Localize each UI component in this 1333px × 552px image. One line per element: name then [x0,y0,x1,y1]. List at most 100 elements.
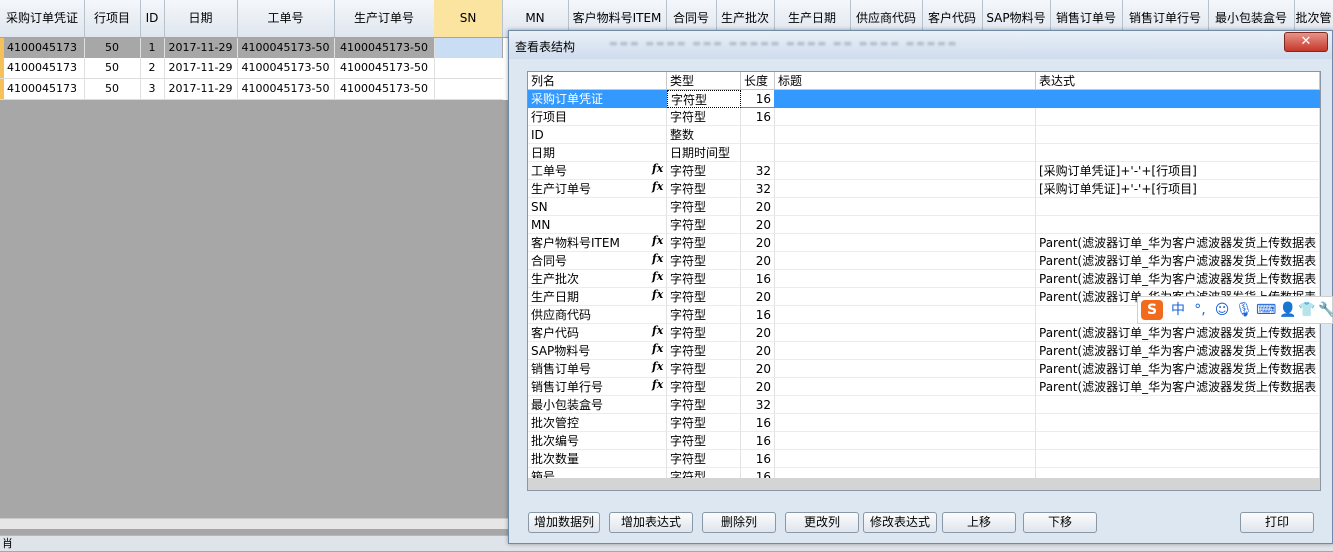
table-row[interactable]: 4100045173 50 3 2017-11-29 4100045173-50… [0,79,503,100]
structure-cell-expression[interactable] [1036,144,1320,162]
structure-cell-type[interactable]: 字符型 [667,162,741,180]
structure-cell-length[interactable]: 32 [741,180,775,198]
structure-cell-type[interactable]: 字符型 [667,108,741,126]
structure-cell-name[interactable]: 销售订单号 [528,360,667,378]
structure-cell-caption[interactable] [775,234,1036,252]
structure-cell-caption[interactable] [775,144,1036,162]
horizontal-scrollbar[interactable] [0,518,508,529]
structure-cell-length[interactable]: 20 [741,378,775,396]
structure-cell-expression[interactable]: Parent(滤波器订单_华为客户滤波器发货上传数据表 [1036,378,1320,396]
structure-row[interactable]: 批次管控 字符型 16 [528,414,1320,432]
structure-cell-name[interactable]: 生产批次 [528,270,667,288]
move-up-button[interactable]: 上移 [942,512,1016,533]
structure-cell-caption[interactable] [775,306,1036,324]
structure-cell-type[interactable]: 字符型 [667,450,741,468]
structure-cell-type[interactable]: 字符型 [667,270,741,288]
move-down-button[interactable]: 下移 [1023,512,1097,533]
table-cell[interactable]: 2017-11-29 [164,79,238,99]
structure-row[interactable]: ID 整数 [528,126,1320,144]
structure-row[interactable]: 日期 日期时间型 [528,144,1320,162]
structure-cell-name[interactable]: 采购订单凭证 [528,90,667,108]
structure-row[interactable]: SAP物料号 fx 字符型 20 Parent(滤波器订单_华为客户滤波器发货上传数据表 [528,342,1320,360]
structure-cell-caption[interactable] [775,270,1036,288]
structure-cell-type[interactable]: 字符型 [667,324,741,342]
structure-cell-expression[interactable] [1036,396,1320,414]
structure-cell-name[interactable]: 批次数量 [528,450,667,468]
structure-cell-length[interactable]: 20 [741,324,775,342]
structure-cell-type[interactable]: 字符型 [667,288,741,306]
table-cell[interactable]: 4100045173-50 [237,38,335,58]
structure-cell-name[interactable]: 批次编号 [528,432,667,450]
table-cell[interactable]: 2 [140,58,165,78]
column-header-type[interactable]: 类型 [667,72,741,90]
structure-cell-name[interactable]: MN [528,216,667,234]
structure-cell-caption[interactable] [775,288,1036,306]
structure-cell-caption[interactable] [775,216,1036,234]
table-row[interactable]: 4100045173 50 1 2017-11-29 4100045173-50… [0,38,503,59]
structure-cell-name[interactable]: SAP物料号 [528,342,667,360]
structure-cell-length[interactable]: 16 [741,270,775,288]
column-header[interactable]: 行项目 [84,0,141,37]
structure-cell-name[interactable]: 生产日期 [528,288,667,306]
structure-row[interactable]: 合同号 fx 字符型 20 Parent(滤波器订单_华为客户滤波器发货上传数据表 [528,252,1320,270]
mic-icon[interactable]: 🎙 [1234,300,1254,320]
column-header[interactable]: ID [140,0,165,37]
structure-row[interactable]: SN 字符型 20 [528,198,1320,216]
structure-cell-name[interactable]: ID [528,126,667,144]
structure-cell-length[interactable]: 20 [741,342,775,360]
punctuation-toggle[interactable]: °, [1190,300,1210,320]
structure-cell-name[interactable]: 生产订单号 [528,180,667,198]
column-header[interactable]: 采购订单凭证 [0,0,85,37]
structure-cell-caption[interactable] [775,90,1036,108]
table-cell[interactable]: 4100045173-50 [334,79,435,99]
structure-cell-caption[interactable] [775,450,1036,468]
structure-row[interactable]: MN 字符型 20 [528,216,1320,234]
structure-cell-type[interactable]: 字符型 [667,342,741,360]
structure-row[interactable]: 生产批次 fx 字符型 16 Parent(滤波器订单_华为客户滤波器发货上传数据表 [528,270,1320,288]
table-cell[interactable]: 1 [140,38,165,58]
user-icon[interactable]: 👤 [1278,300,1298,320]
structure-cell-length[interactable]: 20 [741,288,775,306]
structure-cell-caption[interactable] [775,360,1036,378]
structure-row[interactable]: 批次编号 字符型 16 [528,432,1320,450]
structure-row[interactable]: 生产订单号 fx 字符型 32 [采购订单凭证]+'-'+[行项目] [528,180,1320,198]
structure-cell-expression[interactable] [1036,216,1320,234]
structure-row[interactable]: 客户物料号ITEM fx 字符型 20 Parent(滤波器订单_华为客户滤波器发货上传… [528,234,1320,252]
structure-cell-expression[interactable]: Parent(滤波器订单_华为客户滤波器发货上传数据表 [1036,252,1320,270]
column-header-caption[interactable]: 标题 [775,72,1036,90]
structure-cell-expression[interactable] [1036,414,1320,432]
structure-cell-caption[interactable] [775,108,1036,126]
structure-cell-name[interactable]: 日期 [528,144,667,162]
structure-cell-length[interactable]: 16 [741,90,775,108]
structure-cell-type[interactable]: 字符型 [667,252,741,270]
chinese-mode-toggle[interactable]: 中 [1168,300,1188,320]
structure-cell-expression[interactable] [1036,108,1320,126]
column-header-selected[interactable]: SN [434,0,503,37]
structure-cell-length[interactable]: 16 [741,414,775,432]
table-cell[interactable]: 4100045173 [0,38,85,58]
structure-cell-name[interactable]: 工单号 [528,162,667,180]
structure-cell-caption[interactable] [775,180,1036,198]
structure-cell-type[interactable]: 字符型 [667,432,741,450]
structure-cell-caption[interactable] [775,126,1036,144]
column-header[interactable]: 工单号 [237,0,335,37]
structure-cell-caption[interactable] [775,198,1036,216]
structure-row[interactable]: 销售订单号 fx 字符型 20 Parent(滤波器订单_华为客户滤波器发货上传数据表 [528,360,1320,378]
structure-cell-type[interactable]: 字符型 [667,414,741,432]
grid-horizontal-scrollbar[interactable] [528,478,1320,490]
structure-cell-expression[interactable]: [采购订单凭证]+'-'+[行项目] [1036,180,1320,198]
structure-cell-type[interactable]: 字符型 [667,396,741,414]
structure-cell-expression[interactable]: Parent(滤波器订单_华为客户滤波器发货上传数据表 [1036,270,1320,288]
structure-cell-expression[interactable] [1036,126,1320,144]
structure-cell-type[interactable]: 字符型 [667,234,741,252]
structure-cell-caption[interactable] [775,324,1036,342]
keyboard-icon[interactable]: ⌨ [1256,300,1276,320]
structure-cell-caption[interactable] [775,432,1036,450]
structure-cell-type[interactable]: 整数 [667,126,741,144]
structure-grid[interactable]: 列名 类型 长度 标题 表达式 采购订单凭证 字符型 16 行项目 字符型 16 ID 整数日… [527,71,1321,491]
structure-cell-name[interactable]: 供应商代码 [528,306,667,324]
structure-cell-name[interactable]: 客户物料号ITEM [528,234,667,252]
structure-row[interactable]: 最小包装盒号 字符型 32 [528,396,1320,414]
structure-cell-expression[interactable] [1036,198,1320,216]
structure-cell-length[interactable]: 20 [741,216,775,234]
